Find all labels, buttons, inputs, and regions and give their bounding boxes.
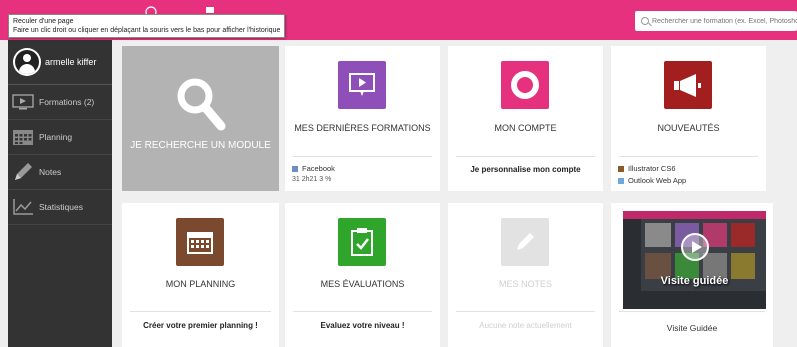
pencil-icon (12, 163, 34, 181)
video-icon (12, 93, 34, 111)
news-item-label: Outlook Web App (628, 176, 687, 185)
news-tile[interactable]: NOUVEAUTÉS Illustrator CS6 Outlook Web A… (611, 46, 766, 191)
course-name: Facebook (302, 164, 335, 173)
sidebar-item-label: Statistiques (39, 202, 83, 212)
notes-tile[interactable]: MES NOTES Aucune note actuellement (448, 203, 603, 347)
video-overlay-label: Visite guidée (660, 275, 729, 287)
evaluations-tile[interactable]: MES ÉVALUATIONS Evaluez votre niveau ! (285, 203, 440, 347)
back-tooltip: Reculer d'une page Faire un clic droit o… (8, 14, 286, 38)
evaluations-subtitle: Evaluez votre niveau ! (320, 321, 405, 330)
account-subtitle: Je personnalise mon compte (470, 165, 581, 174)
course-stats: 31 2h21 3 % (292, 176, 332, 183)
user-profile[interactable]: armelle kiffer (8, 40, 112, 85)
search-icon (641, 17, 649, 25)
avatar (13, 48, 41, 76)
chart-icon (12, 198, 34, 216)
planning-title: MON PLANNING (165, 279, 236, 289)
sidebar-item-formations[interactable]: Formations (2) (8, 85, 112, 120)
sidebar-item-notes[interactable]: Notes (8, 155, 112, 190)
guided-tour-label: Visite Guidée (666, 323, 718, 333)
news-item-2[interactable]: Outlook Web App (618, 176, 686, 185)
notes-title: MES NOTES (498, 279, 552, 289)
evaluations-title: MES ÉVALUATIONS (320, 279, 405, 289)
sidebar-item-label: Planning (39, 132, 73, 142)
calendar-icon (176, 218, 224, 266)
calendar-icon (12, 128, 34, 146)
play-icon[interactable] (681, 233, 709, 261)
sidebar-item-statistiques[interactable]: Statistiques (8, 190, 112, 225)
magnifier-icon (175, 76, 227, 137)
sidebar-item-label: Formations (2) (39, 97, 95, 107)
planning-subtitle: Créer votre premier planning ! (143, 321, 258, 330)
clipboard-check-icon (338, 218, 386, 266)
course-item[interactable]: Facebook (292, 164, 335, 173)
news-item-1[interactable]: Illustrator CS6 (618, 164, 676, 173)
tooltip-line-1: Reculer d'une page (13, 18, 74, 25)
pencil-icon (501, 218, 549, 266)
user-name: armelle kiffer (45, 57, 97, 67)
notes-subtitle: Aucune note actuellement (479, 321, 572, 330)
news-item-label: Illustrator CS6 (628, 164, 676, 173)
search-input[interactable] (652, 17, 797, 25)
video-icon (338, 61, 386, 109)
last-courses-tile[interactable]: MES DERNIÈRES FORMATIONS Facebook 31 2h2… (285, 46, 440, 191)
search-module-label: JE RECHERCHE UN MODULE (130, 140, 271, 151)
sidebar-item-planning[interactable]: Planning (8, 120, 112, 155)
lifebuoy-icon (501, 61, 549, 109)
sidebar: armelle kiffer Formations (2) Planning N… (8, 40, 112, 347)
account-title: MON COMPTE (494, 123, 557, 133)
search-module-tile[interactable]: JE RECHERCHE UN MODULE (122, 46, 279, 191)
last-courses-title: MES DERNIÈRES FORMATIONS (294, 123, 431, 133)
account-tile[interactable]: MON COMPTE Je personnalise mon compte (448, 46, 603, 191)
search-box[interactable] (635, 11, 797, 31)
planning-tile[interactable]: MON PLANNING Créer votre premier plannin… (122, 203, 279, 347)
sidebar-item-label: Notes (39, 167, 62, 177)
guided-tour-video[interactable]: Visite guidée (623, 211, 766, 309)
megaphone-icon (664, 61, 712, 109)
news-title: NOUVEAUTÉS (657, 123, 720, 133)
tooltip-line-2: Faire un clic droit ou cliquer en déplaç… (13, 27, 281, 34)
